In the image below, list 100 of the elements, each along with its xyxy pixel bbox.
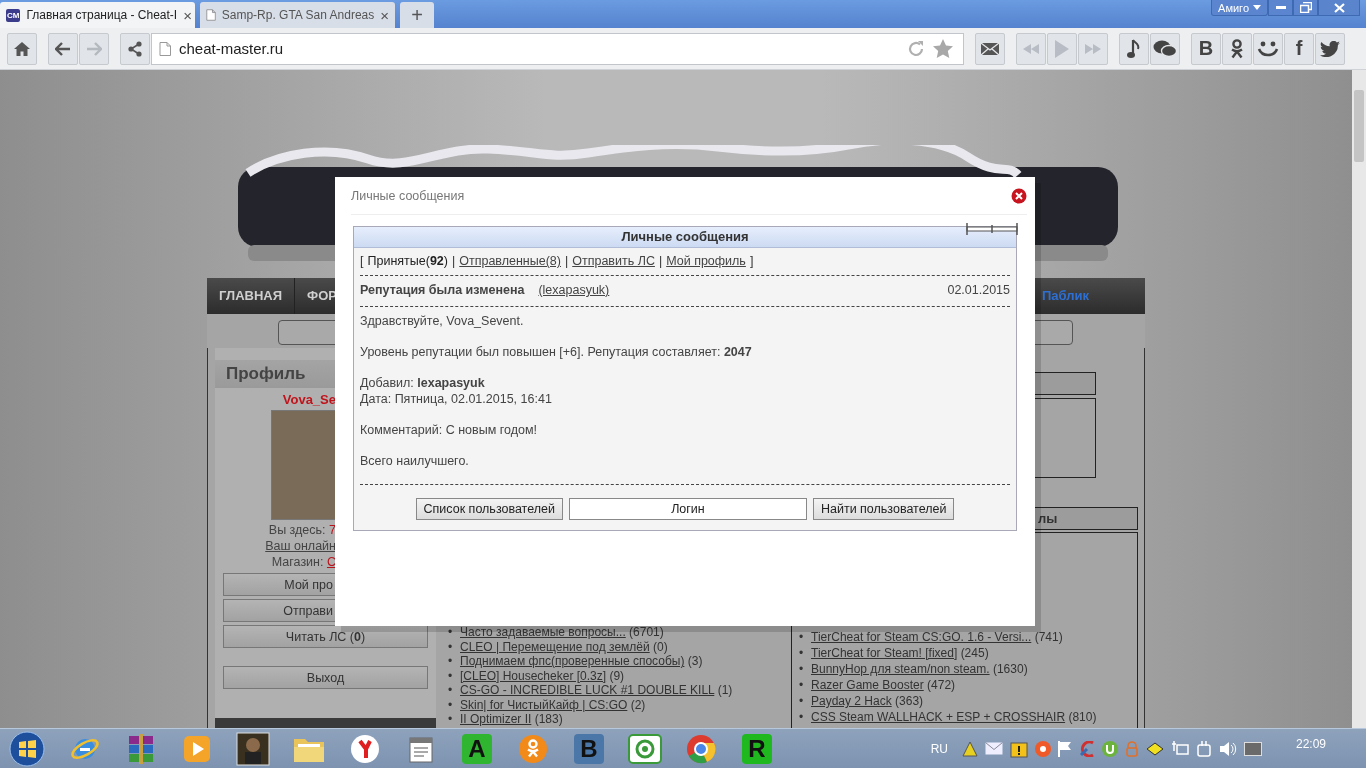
notepad-icon[interactable] <box>408 734 434 763</box>
topic-link[interactable]: II Optimizer II <box>460 712 532 726</box>
file-count: (741) <box>1034 630 1063 644</box>
taskbar-app[interactable]: R <box>742 733 772 764</box>
facebook-button[interactable]: f <box>1284 32 1314 65</box>
odnoklassniki-button[interactable] <box>1222 32 1252 65</box>
chat-bubbles-icon <box>1153 39 1177 58</box>
topic-link[interactable]: Поднимаем фпс(проверенные способы) <box>460 654 685 668</box>
close-icon[interactable] <box>1011 187 1027 204</box>
odnoklassniki-icon[interactable] <box>518 733 548 764</box>
scrollbar[interactable] <box>1352 70 1366 728</box>
user-list-button[interactable]: Список пользователей <box>415 498 563 520</box>
messages-tab[interactable]: Принятые(92) <box>367 254 448 268</box>
scrollbar-thumb[interactable] <box>1354 90 1364 162</box>
file-link[interactable]: TierCheat for Steam CS:GO. 1.6 - Versi... <box>811 630 1032 644</box>
warning-icon[interactable] <box>1009 739 1028 758</box>
triangle-icon[interactable] <box>961 740 978 757</box>
taskbar-app[interactable]: В <box>574 733 604 764</box>
file-link[interactable]: TierCheat for Steam! [fixed] <box>811 646 958 660</box>
file-count: (363) <box>895 694 924 708</box>
panel-title: Личные сообщения <box>354 227 1016 248</box>
share-icon <box>127 40 143 57</box>
topic-link[interactable]: CS-GO - INCREDIBLE LUCK #1 DOUBLE KILL <box>460 683 715 697</box>
bullet: • <box>448 683 454 698</box>
bullet: • <box>799 677 805 693</box>
reload-icon[interactable] <box>907 39 925 58</box>
bullet: • <box>799 629 805 645</box>
file-count: (472) <box>927 678 956 692</box>
logout-button[interactable]: Выход <box>223 666 428 689</box>
record-icon[interactable] <box>1034 740 1051 757</box>
messages-tab[interactable]: Отправленные(8) <box>459 254 561 268</box>
bird-icon <box>1320 40 1340 57</box>
bullet: • <box>448 697 454 712</box>
topic-count: (6701) <box>629 625 664 639</box>
minimize-button[interactable] <box>1268 0 1293 16</box>
odnoklassniki-icon <box>1230 38 1244 59</box>
back-button[interactable] <box>48 32 78 65</box>
smiley-button[interactable] <box>1253 32 1283 65</box>
restore-button[interactable] <box>1293 0 1318 16</box>
topic-link[interactable]: [CLEO] Housecheker [0.3z] <box>460 668 607 683</box>
new-tab-button[interactable]: + <box>400 2 434 28</box>
topic-link[interactable]: Часто задаваемые вопросы... <box>460 625 626 639</box>
bullet: • <box>448 668 454 683</box>
media-player-icon[interactable] <box>183 734 211 763</box>
home-button[interactable] <box>7 32 37 65</box>
monitor-icon[interactable] <box>1243 741 1262 756</box>
tab-close-button[interactable]: × <box>183 6 192 24</box>
close-window-button[interactable] <box>1318 0 1360 16</box>
bullet: • <box>799 693 805 709</box>
file-link[interactable]: CSS Steam WALLHACK + ESP + CROSSHAIR <box>811 710 1066 724</box>
mail-button[interactable] <box>975 32 1005 65</box>
speaker-icon[interactable] <box>1218 740 1237 757</box>
online-link[interactable]: Ваш онлайн <box>265 539 336 553</box>
profile-menu-button[interactable]: Амиго <box>1211 0 1268 16</box>
browser-tab[interactable]: CM Главная страница - Cheat-I × <box>0 2 195 28</box>
twitter-button[interactable] <box>1315 32 1345 65</box>
taskbar-app[interactable]: A <box>462 733 492 764</box>
brush-icon[interactable] <box>1078 740 1095 757</box>
minimize-icon <box>1275 5 1286 10</box>
tab-close-button[interactable]: × <box>380 6 389 24</box>
torrent-icon[interactable] <box>1101 740 1118 757</box>
separator-text: | <box>452 254 456 268</box>
topic-link[interactable]: Skin| for ЧистыйКайф | CS:GO <box>460 697 628 712</box>
tag-icon[interactable] <box>1145 741 1164 756</box>
address-bar[interactable]: cheat-master.ru <box>151 32 964 65</box>
file-count: (1630) <box>992 662 1028 676</box>
login-field[interactable]: Логин <box>568 498 807 520</box>
find-users-button[interactable]: Найти пользователей <box>812 498 955 520</box>
yandex-browser-icon[interactable] <box>350 733 380 764</box>
file-link[interactable]: BunnyHop для steam/non steam. <box>811 662 990 676</box>
smiley-icon <box>1257 40 1279 57</box>
network-icon[interactable] <box>1170 740 1189 757</box>
shop-link[interactable]: С <box>326 555 336 569</box>
vk-button[interactable]: В <box>1191 32 1221 65</box>
envelope-icon[interactable] <box>984 742 1003 755</box>
profile-button[interactable]: Читать ЛС (0) <box>223 625 428 648</box>
power-plug-icon[interactable] <box>1195 740 1212 757</box>
game-icon[interactable] <box>236 731 270 766</box>
chrome-icon[interactable] <box>686 733 716 764</box>
resize-handle-icon[interactable] <box>966 223 1018 235</box>
messages-tab[interactable]: Мой профиль <box>666 254 746 268</box>
share-button[interactable] <box>120 32 150 65</box>
topic-count: (183) <box>534 712 563 726</box>
file-link[interactable]: Razer Game Booster <box>811 678 924 692</box>
chat-button[interactable] <box>1150 32 1180 65</box>
music-note-button[interactable] <box>1119 32 1149 65</box>
rewind-icon <box>1023 43 1039 54</box>
topic-link[interactable]: CLEO | Перемещение под землёй <box>460 639 650 654</box>
bookmark-star-icon[interactable] <box>933 39 953 58</box>
flag-icon[interactable] <box>1057 740 1072 757</box>
fast-forward-icon <box>1085 43 1101 54</box>
language-indicator[interactable]: RU <box>930 741 948 756</box>
username[interactable]: Vova_Se <box>282 392 336 407</box>
archive-icon[interactable] <box>127 733 155 764</box>
browser-tab[interactable]: Samp-Rp. GTA San Andreas × <box>200 2 395 28</box>
start-button[interactable] <box>9 730 45 767</box>
author-link[interactable]: (lexapasyuk) <box>538 283 610 297</box>
messages-tab[interactable]: Отправить ЛС <box>572 254 655 268</box>
mail-agent-icon[interactable] <box>628 733 662 764</box>
file-link[interactable]: Payday 2 Hack <box>811 694 892 708</box>
